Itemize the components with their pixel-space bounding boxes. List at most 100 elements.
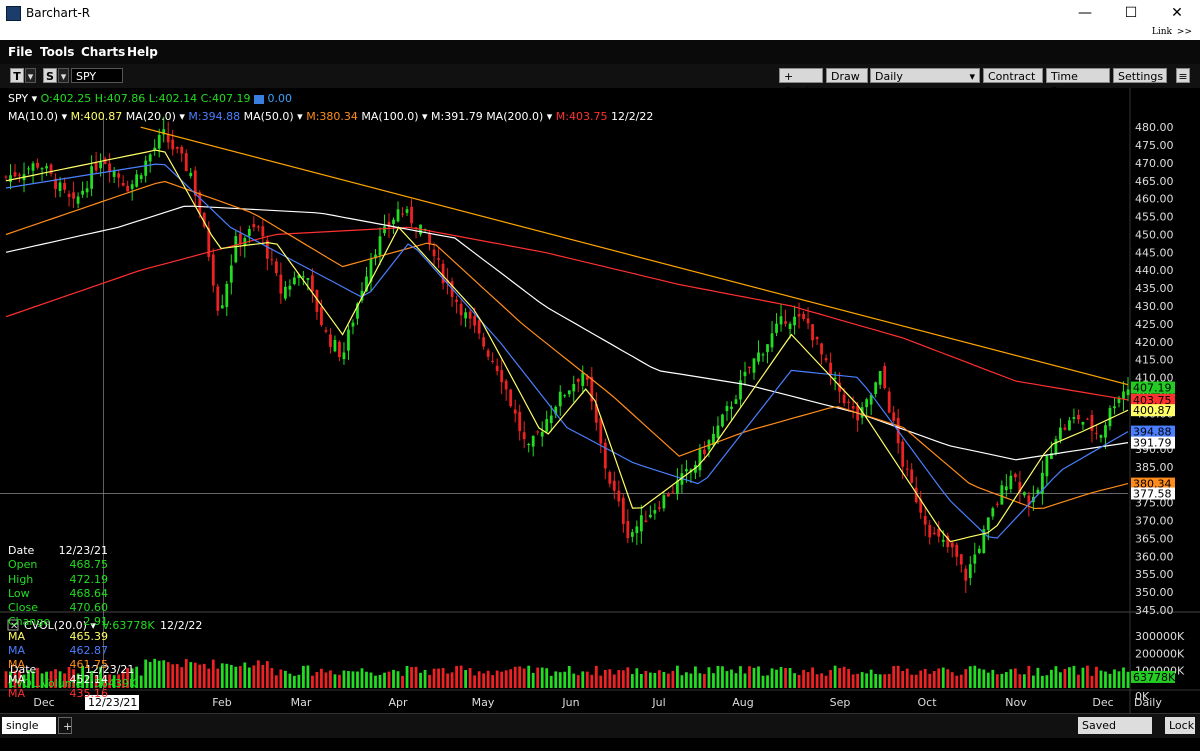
candle-body — [761, 354, 765, 356]
saved-charts-button[interactable]: Saved Charts — [1078, 717, 1152, 749]
volume-bar — [1126, 671, 1130, 688]
volume-bar — [914, 674, 918, 688]
close-button[interactable]: ✕ — [1154, 0, 1200, 26]
t-dropdown-icon[interactable]: ▾ — [25, 68, 36, 83]
candle-body — [820, 343, 823, 355]
volume-bar — [1009, 669, 1013, 688]
menu-hamburger-icon[interactable]: ≡ — [1176, 68, 1190, 83]
s-dropdown-icon[interactable]: ▾ — [58, 68, 69, 83]
volume-bar — [1081, 667, 1085, 688]
volume-bar — [603, 669, 607, 688]
candle-body — [189, 172, 193, 177]
candle-body — [238, 233, 242, 245]
link-bar: Link >> — [0, 26, 1200, 40]
candle-body — [410, 206, 413, 224]
candle-body — [766, 344, 769, 353]
draw-dropdown[interactable]: Draw ▾ — [826, 68, 868, 98]
hover-label: Date — [8, 544, 35, 557]
quote-symbol[interactable]: SPY ▾ — [8, 92, 37, 105]
volume-bar — [653, 672, 657, 688]
volume-bar — [567, 666, 571, 688]
volume-bar — [626, 667, 630, 688]
candle-body — [288, 285, 292, 290]
s-type-button[interactable]: S — [43, 68, 57, 83]
color-swatch[interactable] — [253, 94, 264, 104]
menu-charts[interactable]: Charts — [81, 45, 125, 59]
menu-help[interactable]: Help — [127, 45, 158, 59]
volume-bar — [144, 659, 148, 688]
price-axis-label: 450.00 — [1135, 228, 1174, 241]
time-axis-label: Apr — [388, 696, 408, 709]
volume-bar — [793, 673, 796, 688]
volume-legend-value: V:63778K — [102, 619, 155, 632]
volume-bar — [896, 665, 900, 688]
menu-tools[interactable]: Tools — [40, 45, 74, 59]
candle-body — [126, 185, 130, 192]
candle-body — [842, 394, 846, 404]
candle-body — [401, 213, 404, 215]
volume-bar — [905, 668, 909, 688]
ma-legend-name[interactable]: MA(20.0) ▾ — [126, 110, 189, 123]
chart-area[interactable]: 480.00 475.00 470.00 465.00 460.00 455.00 450.… — [0, 88, 1200, 713]
price-axis-label: 455.00 — [1135, 211, 1174, 224]
time-range-button[interactable]: Time Range — [1046, 68, 1110, 98]
volume-bar — [270, 668, 274, 688]
candle-body — [779, 316, 783, 325]
candle-body — [959, 554, 963, 565]
volume-bar — [923, 668, 927, 688]
candle-body — [171, 139, 175, 150]
candle-body — [986, 517, 990, 530]
menu-file[interactable]: File — [8, 45, 33, 59]
volume-bar — [1054, 666, 1058, 688]
hover-label: MA — [8, 672, 26, 686]
price-axis-label: 360.00 — [1135, 550, 1174, 563]
volume-bar — [423, 669, 427, 688]
volume-bar — [356, 671, 359, 688]
lock-button[interactable]: Lock — [1165, 717, 1195, 734]
maximize-button[interactable]: ☐ — [1108, 0, 1154, 26]
volume-bar — [977, 668, 981, 688]
minimize-button[interactable]: — — [1062, 0, 1108, 26]
volume-bar — [635, 668, 639, 688]
contract-dropdown[interactable]: Contract ▾ — [983, 68, 1043, 98]
candle-body — [698, 449, 702, 471]
volume-bar — [757, 666, 760, 688]
volume-bar — [892, 666, 896, 688]
price-chart-svg[interactable]: 480.00 475.00 470.00 465.00 460.00 455.00 450.… — [0, 88, 1200, 713]
volume-bar — [860, 672, 864, 688]
period-select[interactable]: Daily ▾ — [870, 68, 980, 83]
ma-legend-name[interactable]: MA(50.0) ▾ — [244, 110, 307, 123]
add-study-button[interactable]: + Study — [779, 68, 823, 98]
candle-body — [468, 311, 472, 319]
settings-dropdown[interactable]: Settings ▾ — [1113, 68, 1167, 98]
volume-bar — [959, 674, 963, 688]
volume-bar — [824, 675, 828, 688]
symbol-input[interactable]: SPY — [71, 68, 123, 83]
volume-bar — [315, 672, 319, 688]
volume-bar — [712, 673, 715, 688]
period-label: Daily — [875, 70, 903, 83]
t-type-button[interactable]: T — [10, 68, 24, 83]
volume-bar — [175, 664, 179, 688]
candle-body — [198, 192, 202, 214]
add-tab-button[interactable]: + — [58, 717, 72, 734]
volume-bar — [585, 671, 589, 688]
candle-body — [847, 401, 851, 403]
more-chevron-icon[interactable]: >> — [1177, 27, 1192, 37]
candle-body — [518, 411, 522, 432]
volume-axis-label: 300000K — [1135, 630, 1185, 643]
candle-body — [621, 497, 625, 524]
time-axis-label: May — [472, 696, 495, 709]
candle-body — [234, 236, 238, 263]
volume-bar — [247, 667, 251, 688]
volume-bar — [193, 662, 197, 688]
link-button[interactable]: Link — [1152, 27, 1172, 37]
candle-body — [657, 507, 661, 509]
candle-body — [1104, 425, 1107, 438]
ma-legend-name[interactable]: MA(10.0) ▾ — [8, 110, 71, 123]
ma-legend-name[interactable]: MA(100.0) ▾ — [361, 110, 431, 123]
tab-single[interactable]: single — [2, 717, 56, 734]
price-axis-label: 415.00 — [1135, 354, 1174, 367]
ma-legend-name[interactable]: MA(200.0) ▾ — [486, 110, 556, 123]
trendline[interactable] — [140, 126, 1129, 386]
